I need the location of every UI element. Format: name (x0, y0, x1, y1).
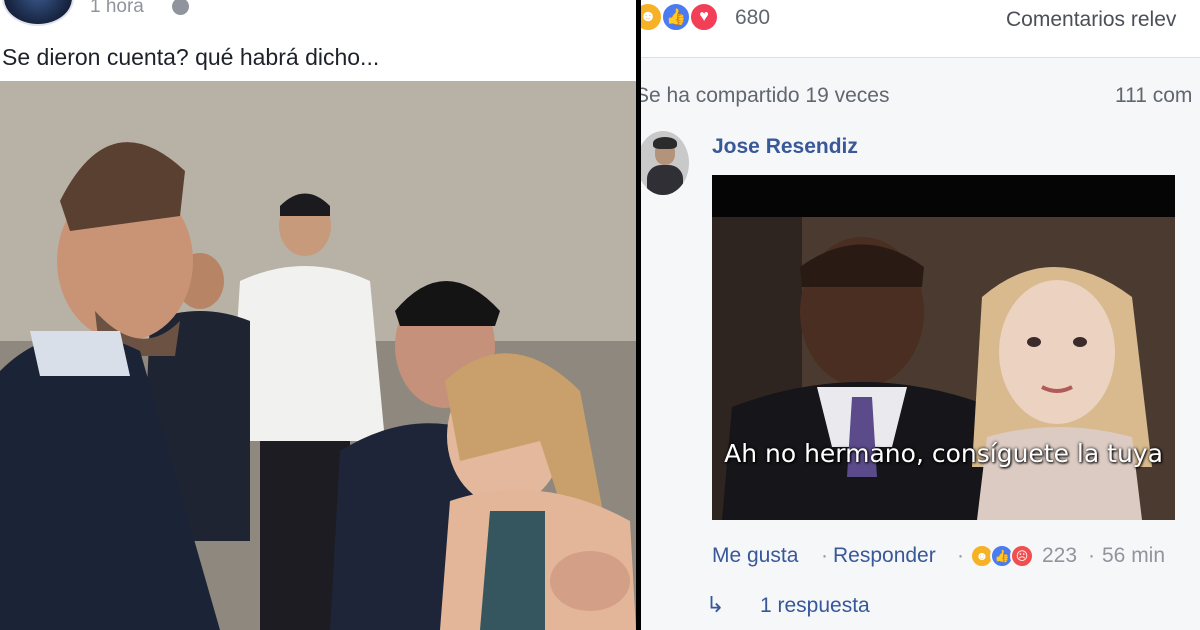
reply-button[interactable]: Responder (833, 544, 936, 568)
reactions-bar: ☻ 👍 ♥ 680 Comentarios relev (641, 0, 1200, 58)
haha-icon: ☻ (641, 2, 663, 32)
reaction-summary[interactable]: ☻ 👍 ♥ (641, 2, 733, 32)
comment-gif[interactable]: Ah no hermano, consíguete la tuya (712, 175, 1175, 520)
commenter-avatar[interactable] (641, 131, 689, 195)
comment-reaction-count[interactable]: 223 (1042, 544, 1077, 568)
view-replies-link[interactable]: ↳ 1 respuesta (706, 592, 946, 620)
post-header: 1 hora (0, 0, 636, 28)
post-panel: 1 hora Se dieron cuenta? qué habrá dicho… (0, 0, 636, 630)
photo-illustration (0, 81, 636, 630)
gif-illustration (712, 217, 1175, 520)
page-avatar[interactable] (2, 0, 74, 26)
like-comment-button[interactable]: Me gusta (712, 544, 798, 568)
comment-reaction-summary[interactable]: ☻ 👍 ☹ (970, 544, 1044, 572)
post-timestamp[interactable]: 1 hora (90, 0, 144, 18)
post-photo[interactable] (0, 81, 636, 630)
angry-icon: ☹ (1010, 544, 1034, 568)
comment-sort-dropdown[interactable]: Comentarios relev (1006, 8, 1176, 32)
gif-caption: Ah no hermano, consíguete la tuya (724, 439, 1163, 468)
comment-actions: Me gusta · Responder · ☻ 👍 ☹ 223 · 56 mi… (712, 544, 1192, 572)
globe-icon (172, 0, 189, 15)
like-icon: 👍 (661, 2, 691, 32)
love-icon: ♥ (689, 2, 719, 32)
gif-letterbox (712, 175, 1175, 217)
gif-scene (712, 217, 1175, 520)
avatar-hair (653, 137, 677, 149)
separator: · (957, 544, 964, 567)
reaction-count[interactable]: 680 (735, 6, 770, 30)
separator: · (1088, 544, 1095, 567)
replies-count[interactable]: 1 respuesta (760, 594, 870, 618)
reply-arrow-icon: ↳ (706, 592, 725, 617)
share-count[interactable]: Se ha compartido 19 veces (641, 84, 889, 108)
avatar-body (647, 165, 683, 195)
comment-count[interactable]: 111 com (1115, 84, 1192, 108)
separator: · (821, 544, 828, 567)
comments-panel: ☻ 👍 ♥ 680 Comentarios relev Se ha compar… (641, 0, 1200, 630)
post-text: Se dieron cuenta? qué habrá dicho... (2, 44, 380, 70)
commenter-name[interactable]: Jose Resendiz (712, 135, 858, 159)
comment-timestamp[interactable]: 56 min (1102, 544, 1165, 568)
